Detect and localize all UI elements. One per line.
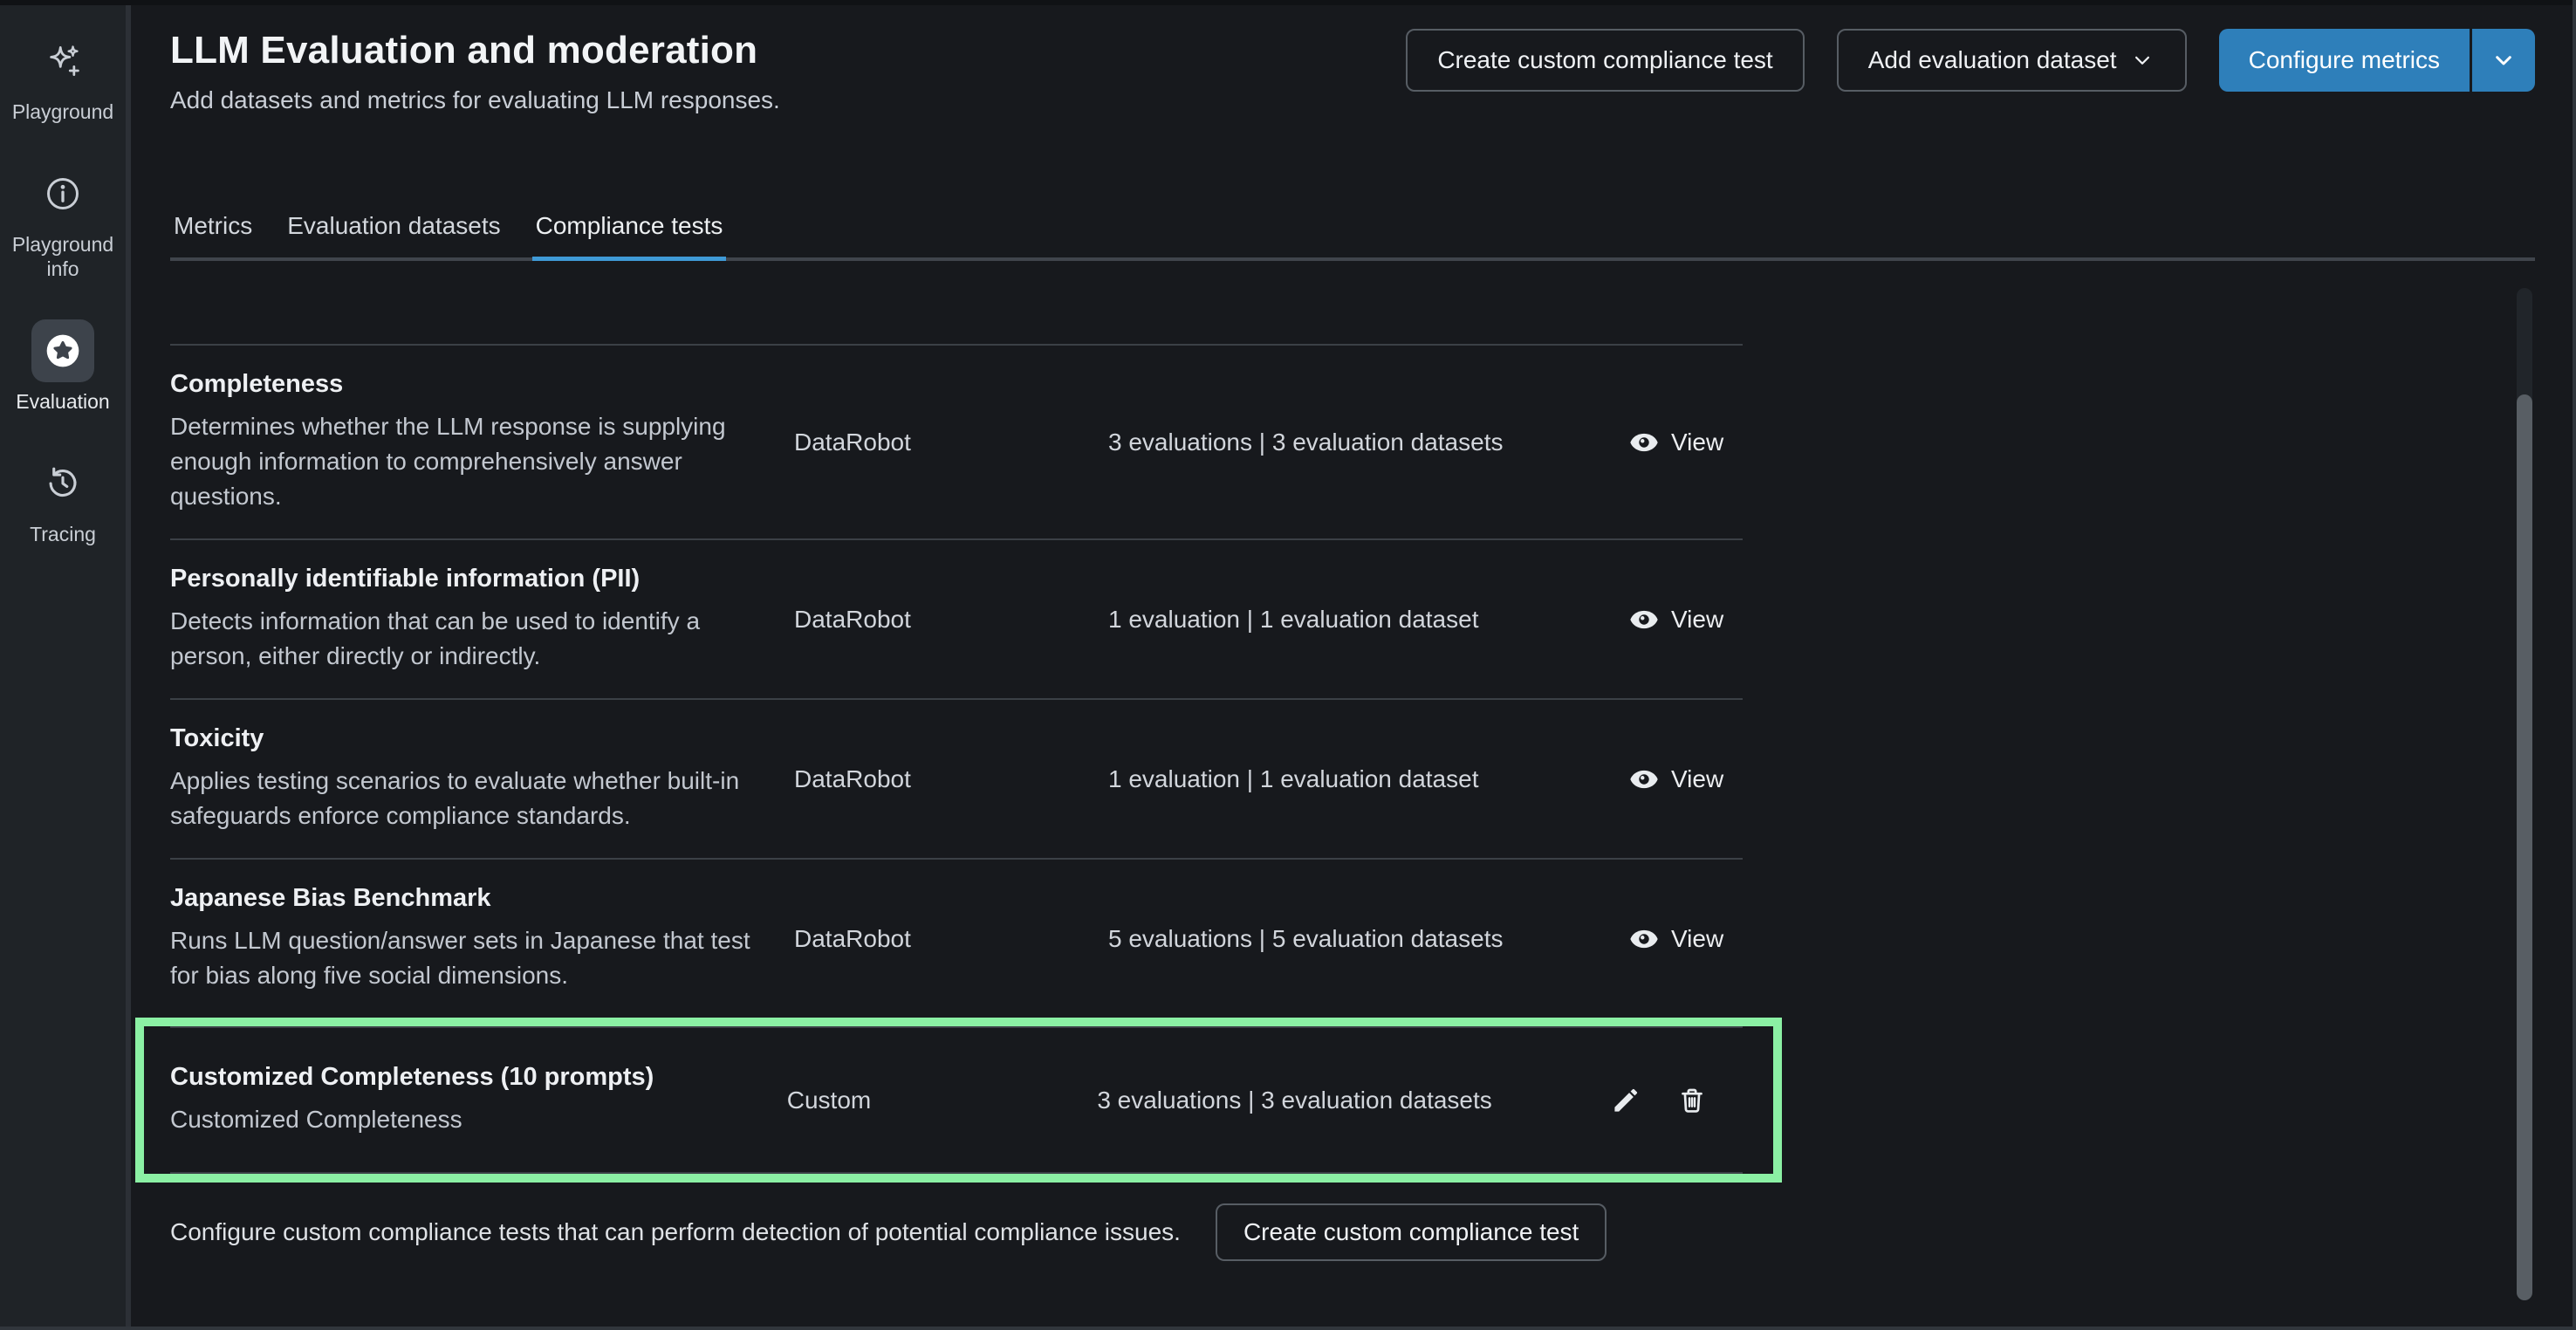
- view-label: View: [1671, 606, 1723, 634]
- button-label: Create custom compliance test: [1243, 1218, 1579, 1246]
- page-header: LLM Evaluation and moderation Add datase…: [170, 29, 2576, 114]
- sidebar-item-label: Playground info: [10, 232, 115, 281]
- test-description: Runs LLM question/answer sets in Japanes…: [170, 923, 755, 993]
- scrollbar[interactable]: [2517, 288, 2532, 1300]
- eye-icon: [1627, 763, 1661, 796]
- window-border-bottom: [0, 1327, 2576, 1330]
- tab-bar: Metrics Evaluation datasets Compliance t…: [170, 212, 2535, 261]
- test-name: Completeness: [170, 370, 755, 399]
- add-evaluation-dataset-button[interactable]: Add evaluation dataset: [1837, 29, 2187, 92]
- view-button[interactable]: View: [1627, 603, 1723, 636]
- button-label: Add evaluation dataset: [1868, 46, 2117, 74]
- test-name: Personally identifiable information (PII…: [170, 565, 755, 593]
- test-evaluations: 5 evaluations | 5 evaluation datasets: [1108, 925, 1627, 953]
- test-description: Determines whether the LLM response is s…: [170, 409, 755, 514]
- pencil-icon: [1610, 1085, 1641, 1116]
- tab-evaluation-datasets[interactable]: Evaluation datasets: [284, 212, 504, 257]
- trash-icon: [1676, 1085, 1708, 1116]
- test-source: DataRobot: [794, 925, 1108, 953]
- sidebar-item-tracing[interactable]: Tracing: [30, 452, 96, 546]
- footer-text: Configure custom compliance tests that c…: [170, 1218, 1181, 1246]
- history-icon: [31, 452, 94, 515]
- button-label: Configure metrics: [2249, 46, 2440, 74]
- test-source: DataRobot: [794, 765, 1108, 793]
- sidebar-item-evaluation[interactable]: Evaluation: [16, 319, 109, 414]
- page-subtitle: Add datasets and metrics for evaluating …: [170, 86, 780, 114]
- tab-metrics[interactable]: Metrics: [170, 212, 256, 257]
- scrollbar-thumb[interactable]: [2517, 394, 2532, 1300]
- window-border-top: [0, 0, 2576, 5]
- table-row: Japanese Bias Benchmark Runs LLM questio…: [170, 858, 1743, 1018]
- table-row: Personally identifiable information (PII…: [170, 538, 1743, 698]
- view-button[interactable]: View: [1627, 426, 1723, 459]
- highlighted-row-outline: Customized Completeness (10 prompts) Cus…: [135, 1018, 1782, 1183]
- test-name: Japanese Bias Benchmark: [170, 884, 755, 913]
- view-button[interactable]: View: [1627, 763, 1723, 796]
- sidebar-item-label: Tracing: [30, 522, 96, 546]
- test-evaluations: 1 evaluation | 1 evaluation dataset: [1108, 765, 1627, 793]
- sidebar-item-playground-info[interactable]: Playground info: [10, 162, 115, 281]
- sidebar: Playground Playground info Evaluation: [0, 0, 131, 1330]
- test-source: Custom: [787, 1087, 1098, 1114]
- create-custom-compliance-test-button[interactable]: Create custom compliance test: [1406, 29, 1804, 92]
- configure-metrics-button[interactable]: Configure metrics: [2219, 29, 2470, 92]
- sidebar-item-label: Evaluation: [16, 389, 109, 414]
- eye-icon: [1627, 426, 1661, 459]
- compliance-tests-table: Completeness Determines whether the LLM …: [170, 344, 1743, 1183]
- star-circle-icon: [31, 319, 94, 382]
- view-label: View: [1671, 428, 1723, 456]
- test-description: Customized Completeness: [170, 1102, 748, 1137]
- table-row: Toxicity Applies testing scenarios to ev…: [170, 698, 1743, 858]
- view-label: View: [1671, 765, 1723, 793]
- test-description: Applies testing scenarios to evaluate wh…: [170, 764, 755, 833]
- page-title: LLM Evaluation and moderation: [170, 29, 780, 72]
- chevron-down-icon: [2490, 46, 2518, 74]
- window-border-right: [2573, 0, 2576, 1330]
- eye-icon: [1627, 603, 1661, 636]
- delete-button[interactable]: [1676, 1085, 1708, 1116]
- footer: Configure custom compliance tests that c…: [170, 1203, 2576, 1261]
- table-row-highlighted: Customized Completeness (10 prompts) Cus…: [170, 1026, 1743, 1174]
- test-description: Detects information that can be used to …: [170, 604, 755, 674]
- test-source: DataRobot: [794, 428, 1108, 456]
- test-source: DataRobot: [794, 606, 1108, 634]
- view-button[interactable]: View: [1627, 922, 1723, 956]
- button-label: Create custom compliance test: [1437, 46, 1772, 74]
- edit-button[interactable]: [1610, 1085, 1641, 1116]
- sidebar-item-playground[interactable]: Playground: [12, 30, 113, 124]
- configure-metrics-split-button: Configure metrics: [2219, 29, 2535, 92]
- main-content: LLM Evaluation and moderation Add datase…: [131, 0, 2576, 1330]
- create-custom-compliance-test-footer-button[interactable]: Create custom compliance test: [1216, 1203, 1607, 1261]
- test-evaluations: 1 evaluation | 1 evaluation dataset: [1108, 606, 1627, 634]
- tab-compliance-tests[interactable]: Compliance tests: [532, 212, 727, 257]
- chevron-down-icon: [2129, 47, 2155, 73]
- header-actions: Create custom compliance test Add evalua…: [1406, 29, 2535, 92]
- test-evaluations: 3 evaluations | 3 evaluation datasets: [1097, 1087, 1610, 1114]
- sidebar-item-label: Playground: [12, 99, 113, 124]
- test-name: Customized Completeness (10 prompts): [170, 1063, 748, 1092]
- info-icon: [31, 162, 94, 225]
- table-row: Completeness Determines whether the LLM …: [170, 344, 1743, 538]
- app-window: Playground Playground info Evaluation: [0, 0, 2576, 1330]
- eye-icon: [1627, 922, 1661, 956]
- test-evaluations: 3 evaluations | 3 evaluation datasets: [1108, 428, 1627, 456]
- configure-metrics-dropdown-toggle[interactable]: [2472, 29, 2535, 92]
- test-name: Toxicity: [170, 724, 755, 753]
- sparkles-icon: [31, 30, 94, 93]
- view-label: View: [1671, 925, 1723, 953]
